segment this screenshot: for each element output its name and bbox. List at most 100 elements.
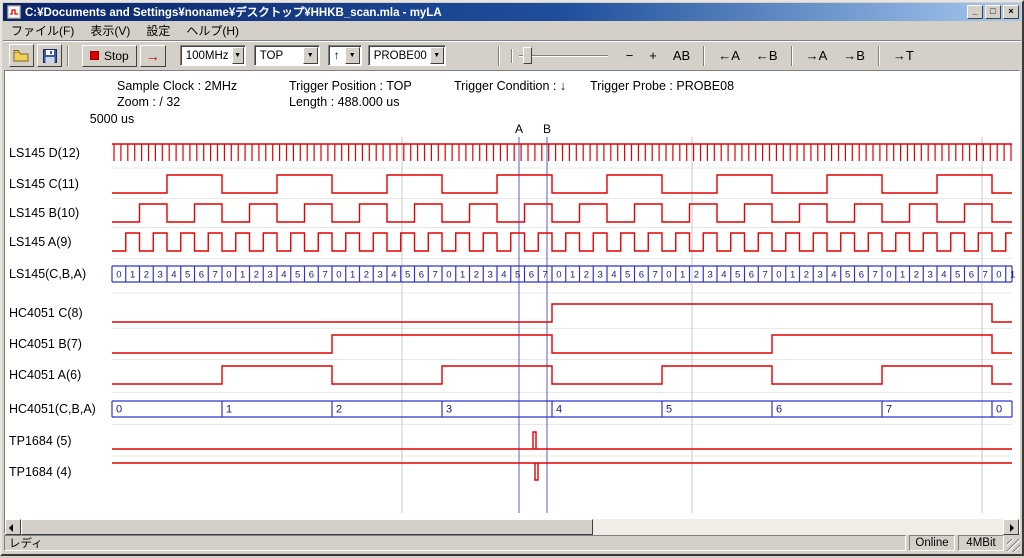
svg-text:6: 6 xyxy=(419,270,424,281)
svg-text:6: 6 xyxy=(749,270,754,281)
svg-text:7: 7 xyxy=(322,270,327,281)
svg-text:0: 0 xyxy=(886,270,891,281)
trigger-condition-info: Trigger Condition : ↓ xyxy=(454,79,566,93)
svg-text:6: 6 xyxy=(859,270,864,281)
svg-text:0: 0 xyxy=(116,270,121,281)
svg-text:6: 6 xyxy=(639,270,644,281)
svg-text:4: 4 xyxy=(831,270,836,281)
svg-text:0: 0 xyxy=(226,270,231,281)
svg-text:2: 2 xyxy=(336,404,342,416)
svg-text:0: 0 xyxy=(556,270,561,281)
svg-text:1: 1 xyxy=(570,270,575,281)
svg-text:4: 4 xyxy=(281,270,286,281)
svg-text:4: 4 xyxy=(611,270,616,281)
svg-text:4: 4 xyxy=(721,270,726,281)
svg-text:1: 1 xyxy=(460,270,465,281)
horizontal-scrollbar[interactable] xyxy=(5,519,1019,535)
svg-text:2: 2 xyxy=(694,270,699,281)
signal-label: LS145 C(11) xyxy=(9,177,109,191)
svg-text:1: 1 xyxy=(680,270,685,281)
zoom-info: Zoom : / 32 xyxy=(117,95,180,109)
svg-text:7: 7 xyxy=(212,270,217,281)
svg-text:7: 7 xyxy=(652,270,657,281)
scroll-right-button[interactable] xyxy=(1003,519,1019,535)
svg-text:1: 1 xyxy=(1010,270,1015,281)
marker-label-a[interactable]: A xyxy=(513,122,525,136)
svg-text:4: 4 xyxy=(391,270,396,281)
svg-text:4: 4 xyxy=(556,404,562,416)
signal-label: LS145(C,B,A) xyxy=(9,267,109,281)
svg-text:2: 2 xyxy=(584,270,589,281)
svg-text:5: 5 xyxy=(515,270,520,281)
sample-clock-info: Sample Clock : 2MHz xyxy=(117,79,237,93)
signal-label: TP1684 (5) xyxy=(9,434,109,448)
svg-text:5: 5 xyxy=(955,270,960,281)
svg-text:6: 6 xyxy=(776,404,782,416)
svg-text:4: 4 xyxy=(941,270,946,281)
svg-text:6: 6 xyxy=(309,270,314,281)
svg-text:2: 2 xyxy=(254,270,259,281)
scrollbar-thumb[interactable] xyxy=(21,519,593,535)
svg-text:3: 3 xyxy=(817,270,822,281)
svg-text:1: 1 xyxy=(226,404,232,416)
svg-text:7: 7 xyxy=(982,270,987,281)
signal-label: TP1684 (4) xyxy=(9,465,109,479)
signal-label: HC4051 B(7) xyxy=(9,337,109,351)
svg-text:7: 7 xyxy=(872,270,877,281)
svg-text:2: 2 xyxy=(914,270,919,281)
svg-text:5: 5 xyxy=(666,404,672,416)
svg-text:3: 3 xyxy=(487,270,492,281)
svg-text:7: 7 xyxy=(432,270,437,281)
svg-text:3: 3 xyxy=(267,270,272,281)
svg-text:3: 3 xyxy=(377,270,382,281)
svg-text:4: 4 xyxy=(501,270,506,281)
signal-label: HC4051 A(6) xyxy=(9,368,109,382)
svg-text:3: 3 xyxy=(927,270,932,281)
svg-text:3: 3 xyxy=(157,270,162,281)
scroll-left-button[interactable] xyxy=(5,519,21,535)
svg-text:0: 0 xyxy=(446,270,451,281)
svg-text:5: 5 xyxy=(735,270,740,281)
svg-text:3: 3 xyxy=(707,270,712,281)
svg-text:2: 2 xyxy=(144,270,149,281)
svg-text:4: 4 xyxy=(171,270,176,281)
svg-text:0: 0 xyxy=(116,404,122,416)
svg-text:1: 1 xyxy=(790,270,795,281)
trigger-probe-info: Trigger Probe : PROBE08 xyxy=(590,79,734,93)
signal-label: LS145 B(10) xyxy=(9,206,109,220)
time-origin-label: 5000 us xyxy=(72,112,152,126)
length-info: Length : 488.000 us xyxy=(289,95,400,109)
svg-text:6: 6 xyxy=(199,270,204,281)
svg-text:1: 1 xyxy=(240,270,245,281)
svg-text:6: 6 xyxy=(969,270,974,281)
left-arrow-icon xyxy=(9,524,13,532)
right-arrow-icon xyxy=(1010,524,1014,532)
app-window: C:¥Documents and Settings¥noname¥デスクトップ¥… xyxy=(0,0,1024,556)
trigger-position-info: Trigger Position : TOP xyxy=(289,79,412,93)
signal-label: HC4051(C,B,A) xyxy=(9,402,109,416)
svg-text:2: 2 xyxy=(804,270,809,281)
svg-text:1: 1 xyxy=(350,270,355,281)
svg-text:2: 2 xyxy=(364,270,369,281)
svg-text:3: 3 xyxy=(597,270,602,281)
svg-text:0: 0 xyxy=(336,270,341,281)
svg-text:6: 6 xyxy=(529,270,534,281)
svg-text:5: 5 xyxy=(185,270,190,281)
svg-text:1: 1 xyxy=(130,270,135,281)
svg-text:5: 5 xyxy=(845,270,850,281)
svg-text:7: 7 xyxy=(542,270,547,281)
svg-text:5: 5 xyxy=(625,270,630,281)
svg-text:0: 0 xyxy=(666,270,671,281)
svg-text:2: 2 xyxy=(474,270,479,281)
signal-label: LS145 D(12) xyxy=(9,146,109,160)
svg-text:0: 0 xyxy=(996,404,1002,416)
scrollbar-track[interactable] xyxy=(21,519,1003,535)
marker-label-b[interactable]: B xyxy=(541,122,553,136)
signal-label: HC4051 C(8) xyxy=(9,306,109,320)
svg-text:1: 1 xyxy=(900,270,905,281)
svg-text:7: 7 xyxy=(886,404,892,416)
svg-text:5: 5 xyxy=(405,270,410,281)
svg-text:0: 0 xyxy=(996,270,1001,281)
svg-text:5: 5 xyxy=(295,270,300,281)
svg-text:0: 0 xyxy=(776,270,781,281)
